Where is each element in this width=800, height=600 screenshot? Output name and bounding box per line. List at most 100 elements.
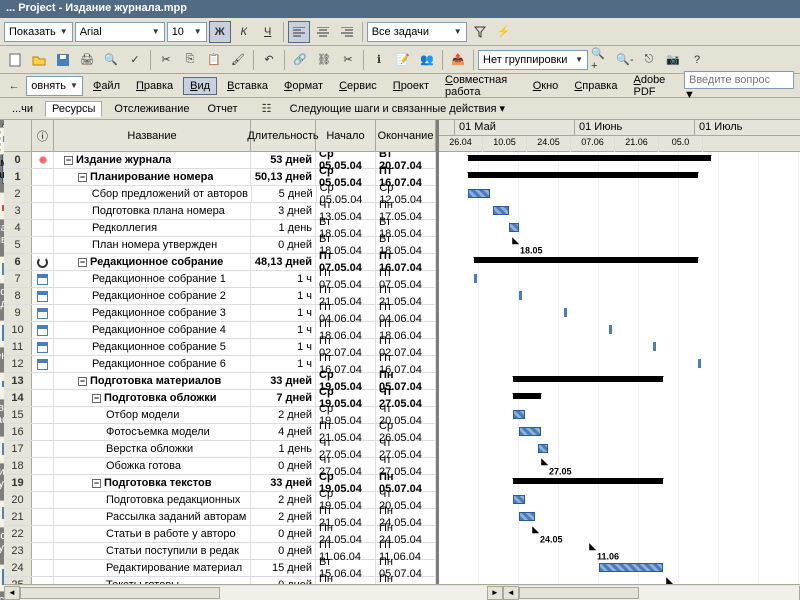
outline-toggle[interactable]: − (92, 479, 101, 488)
split-button[interactable]: ✂ (337, 49, 359, 71)
next-steps-menu[interactable]: Следующие шаги и связанные действия ▾ (284, 100, 511, 117)
menu-формат[interactable]: Формат (278, 78, 329, 94)
gantt-bar[interactable] (519, 291, 522, 300)
menu-сервис[interactable]: Сервис (333, 78, 383, 94)
grid-body[interactable]: 0−Издание журнала53 днейСр 05.05.04Вт 20… (4, 152, 436, 584)
gantt-bar[interactable] (519, 512, 535, 521)
align-right-button[interactable] (336, 21, 358, 43)
menu-вид[interactable]: Вид (183, 77, 217, 95)
link-button[interactable]: 🔗 (289, 49, 311, 71)
open-button[interactable] (28, 49, 50, 71)
gantt-bar[interactable] (509, 223, 519, 232)
bold-button[interactable]: Ж (209, 21, 231, 43)
gantt-chart[interactable]: 01 Май01 Июнь01 Июль 26.0410.0524.0507.0… (439, 120, 800, 584)
menu-файл[interactable]: Файл (87, 78, 126, 94)
group-dropdown[interactable]: Нет группировки▼ (478, 50, 588, 70)
tab-tracking[interactable]: Отслеживание (108, 102, 195, 116)
scroll-right-button[interactable]: ► (487, 586, 503, 600)
gantt-bar[interactable] (609, 325, 612, 334)
gantt-bar[interactable] (513, 393, 542, 399)
font-family-dropdown[interactable]: Arial▼ (75, 22, 165, 42)
level-dropdown[interactable]: овнять▼ (26, 76, 83, 96)
col-duration[interactable]: Длительность (251, 120, 316, 151)
gantt-bar[interactable] (493, 206, 509, 215)
new-button[interactable] (4, 49, 26, 71)
unlink-button[interactable]: ⛓ (313, 49, 335, 71)
steps-icon[interactable]: ☷ (256, 98, 278, 120)
notes-button[interactable]: 📝 (392, 49, 414, 71)
outline-toggle[interactable]: − (92, 394, 101, 403)
outdent-button[interactable]: ← (6, 75, 22, 97)
print-button[interactable]: 🖨 (76, 49, 98, 71)
menu-окно[interactable]: Окно (527, 78, 565, 94)
gantt-bar[interactable] (564, 308, 567, 317)
gantt-bar[interactable] (468, 172, 698, 178)
question-input[interactable] (684, 71, 794, 89)
help-button[interactable]: ? (686, 49, 708, 71)
window-title: ... Project - Издание журнала.mpp (0, 0, 800, 18)
gantt-bar[interactable] (653, 342, 656, 351)
gantt-bar[interactable] (474, 257, 698, 263)
zoom-out-button[interactable]: 🔍- (614, 49, 636, 71)
paste-button[interactable]: 📋 (203, 49, 225, 71)
scroll-left-button[interactable]: ◄ (4, 586, 20, 600)
menu-adobe pdf[interactable]: Adobe PDF (627, 72, 680, 100)
show-dropdown[interactable]: Показать▼ (4, 22, 73, 42)
align-left-button[interactable] (288, 21, 310, 43)
outline-toggle[interactable]: − (78, 258, 87, 267)
gantt-bar[interactable] (599, 563, 663, 572)
gantt-bar[interactable] (468, 189, 490, 198)
tab-report[interactable]: Отчет (201, 102, 243, 116)
italic-button[interactable]: К (233, 21, 255, 43)
horizontal-scrollbar[interactable]: ◄ ► ◄ ► (4, 584, 800, 600)
gantt-bar[interactable] (698, 359, 701, 368)
col-indicator[interactable]: ⓘ (32, 120, 54, 151)
copy-button[interactable]: ⎘ (179, 49, 201, 71)
menu-вставка[interactable]: Вставка (221, 78, 274, 94)
calendar-icon (37, 325, 48, 336)
gantt-bar[interactable] (513, 376, 663, 382)
col-name[interactable]: Название (54, 120, 251, 151)
task-row[interactable]: 25Тексты готовы0 днейПн 05.07.04Пн 05.07… (4, 577, 436, 584)
autofilter-button[interactable] (469, 21, 491, 43)
filter-dropdown[interactable]: Все задачи▼ (367, 22, 467, 42)
menu-правка[interactable]: Правка (130, 78, 179, 94)
col-start[interactable]: Начало (316, 120, 376, 151)
camera-icon[interactable]: 📷 (662, 49, 684, 71)
col-num[interactable] (4, 120, 32, 151)
goto-task-button[interactable]: ⎋ (638, 49, 660, 71)
gantt-body[interactable] (439, 152, 800, 584)
undo-button[interactable]: ↶ (258, 49, 280, 71)
menu-справка[interactable]: Справка (568, 78, 623, 94)
gantt-bar[interactable] (513, 410, 526, 419)
info-button[interactable]: ℹ (368, 49, 390, 71)
scroll-left-button-2[interactable]: ◄ (503, 586, 519, 600)
assign-button[interactable]: 👥 (416, 49, 438, 71)
spell-button[interactable]: ✓ (124, 49, 146, 71)
zoom-in-button[interactable]: 🔍+ (590, 49, 612, 71)
save-button[interactable] (52, 49, 74, 71)
gantt-bar[interactable] (513, 478, 663, 484)
cut-button[interactable]: ✂ (155, 49, 177, 71)
outline-toggle[interactable]: − (78, 173, 87, 182)
col-end[interactable]: Окончание (376, 120, 436, 151)
format-painter-button[interactable]: 🖌 (227, 49, 249, 71)
preview-button[interactable]: 🔍 (100, 49, 122, 71)
gantt-bar[interactable] (519, 427, 541, 436)
gantt-bar[interactable] (538, 444, 548, 453)
outline-toggle[interactable]: − (64, 156, 73, 165)
publish-button[interactable]: 📤 (447, 49, 469, 71)
gantt-bar[interactable] (468, 155, 711, 161)
align-center-button[interactable] (312, 21, 334, 43)
menu-проект[interactable]: Проект (387, 78, 435, 94)
underline-button[interactable]: Ч (257, 21, 279, 43)
menu-совместная работа[interactable]: Совместная работа (439, 72, 523, 100)
tab-resources[interactable]: Ресурсы (45, 101, 102, 117)
font-size-dropdown[interactable]: 10▼ (167, 22, 207, 42)
gantt-bar[interactable] (474, 274, 477, 283)
gantt-bar[interactable] (513, 495, 526, 504)
question-box[interactable]: ▼ (684, 71, 794, 101)
outline-toggle[interactable]: − (78, 377, 87, 386)
lightning-icon[interactable]: ⚡ (493, 21, 515, 43)
tab-tasks[interactable]: ...чи (6, 102, 39, 116)
